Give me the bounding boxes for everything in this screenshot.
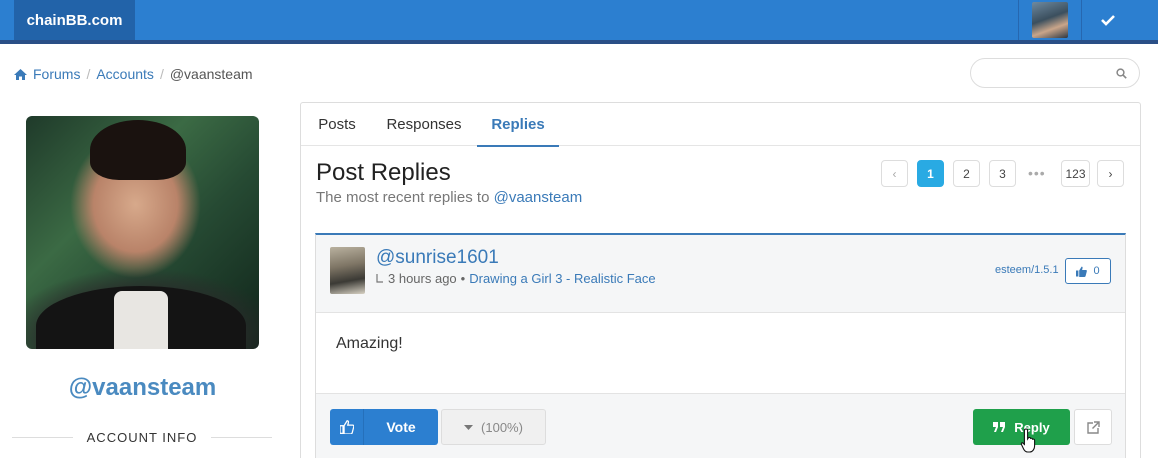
author-username[interactable]: @sunrise1601 [376, 247, 499, 269]
subtitle-text: The most recent replies to [316, 189, 490, 206]
subtitle-mention[interactable]: @vaansteam [494, 189, 583, 206]
pagination-page-last[interactable]: 123 [1061, 160, 1090, 187]
pagination-prev[interactable]: ‹ [881, 160, 908, 187]
reply-card: @sunrise1601 3 hours ago • Drawing a Gir… [315, 233, 1126, 458]
pagination-page-2[interactable]: 2 [953, 160, 980, 187]
vote-label: Vote [386, 419, 416, 435]
thumbs-up-icon [1076, 266, 1088, 277]
home-icon [14, 68, 27, 80]
check-icon [1101, 15, 1115, 26]
reply-body: Amazing! [336, 335, 403, 352]
reply-meta: 3 hours ago • Drawing a Girl 3 - Realist… [376, 271, 656, 286]
profile-tabs: Posts Responses Replies [301, 103, 1140, 147]
page-title: Post Replies [316, 159, 451, 186]
replies-panel: Posts Responses Replies Post Replies The… [300, 102, 1141, 458]
reply-time: 3 hours ago [388, 271, 457, 286]
breadcrumb: Forums / Accounts / @vaansteam [14, 66, 253, 82]
breadcrumb-separator: / [86, 66, 91, 82]
meta-separator: • [460, 271, 466, 286]
vote-weight-dropdown[interactable]: (100%) [441, 409, 546, 445]
tab-posts[interactable]: Posts [307, 103, 367, 146]
profile-photo-hair [90, 120, 186, 180]
hand-cursor-icon [1020, 428, 1036, 453]
search-input[interactable] [970, 58, 1140, 88]
search-icon[interactable] [1116, 68, 1127, 79]
like-button[interactable]: 0 [1065, 258, 1111, 284]
vote-weight-value: (100%) [481, 419, 523, 435]
top-navbar [0, 0, 1158, 40]
breadcrumb-forums[interactable]: Forums [33, 66, 80, 82]
parent-post-link[interactable]: Drawing a Girl 3 - Realistic Face [469, 271, 655, 286]
reply-arrow-icon [376, 273, 383, 283]
client-app-label: esteem/1.5.1 [995, 264, 1059, 276]
breadcrumb-accounts[interactable]: Accounts [96, 66, 154, 82]
user-avatar[interactable] [1032, 2, 1068, 38]
reply-actions: Vote (100%) Reply [316, 393, 1125, 458]
notifications-check-button[interactable] [1083, 0, 1133, 40]
open-external-button[interactable] [1074, 409, 1112, 445]
tab-replies[interactable]: Replies [477, 103, 559, 147]
pagination-page-1[interactable]: 1 [917, 160, 944, 187]
profile-username: @vaansteam [68, 374, 217, 401]
profile-photo [26, 116, 259, 349]
pagination-page-3[interactable]: 3 [989, 160, 1016, 187]
vote-button[interactable]: Vote [330, 409, 438, 445]
reply-header: @sunrise1601 3 hours ago • Drawing a Gir… [316, 235, 1125, 313]
vote-icon-area [330, 409, 364, 445]
breadcrumb-current: @vaansteam [169, 66, 253, 82]
breadcrumb-separator: / [159, 66, 164, 82]
external-link-icon [1086, 420, 1100, 434]
brand-logo[interactable]: chainBB.com [14, 0, 135, 40]
account-info-divider: ACCOUNT INFO [12, 430, 272, 445]
caret-down-icon [464, 424, 474, 430]
pagination-ellipsis: ••• [1028, 165, 1046, 181]
navbar-border [0, 40, 1158, 44]
thumbs-up-icon [339, 420, 354, 434]
author-avatar[interactable] [330, 247, 365, 294]
profile-photo-shirt [114, 291, 168, 349]
divider-line [211, 437, 272, 438]
tab-responses[interactable]: Responses [379, 103, 469, 146]
like-count: 0 [1093, 265, 1100, 277]
account-menu[interactable] [1018, 0, 1082, 40]
pagination-next[interactable]: › [1097, 160, 1124, 187]
account-info-label: ACCOUNT INFO [86, 430, 198, 445]
quote-icon [993, 422, 1006, 432]
page-subtitle: The most recent replies to @vaansteam [316, 189, 582, 206]
divider-line [12, 437, 73, 438]
